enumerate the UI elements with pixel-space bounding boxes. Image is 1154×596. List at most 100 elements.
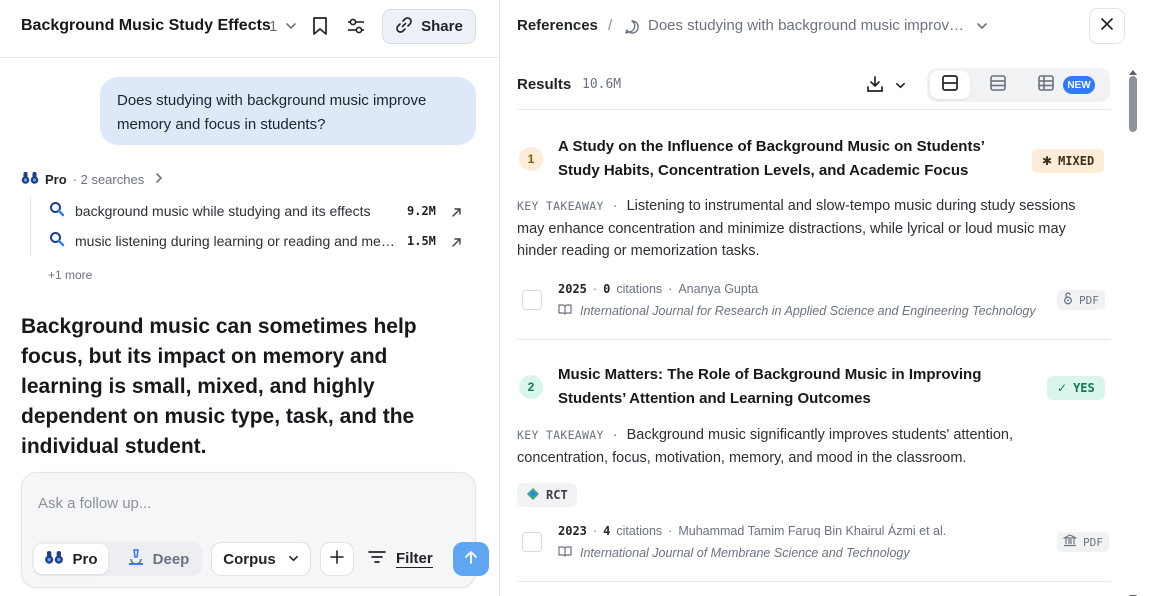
download-icon (865, 74, 885, 99)
verdict-label: YES (1073, 381, 1095, 395)
pdf-link[interactable]: PDF (1057, 290, 1105, 310)
verdict-label: MIXED (1058, 154, 1095, 168)
search-item[interactable]: background music while studying and its … (31, 196, 470, 226)
composer: Pro Deep Corpus Filter (21, 472, 489, 588)
share-button[interactable]: Share (382, 9, 476, 44)
institution-icon (1063, 534, 1077, 550)
key-takeaway: KEY TAKEAWAY · Listening to instrumental… (517, 198, 1076, 259)
references-query[interactable]: Does studying with background music impr… (648, 17, 968, 34)
verdict-badge: ✱ MIXED (1032, 149, 1105, 173)
chevron-down-icon[interactable] (283, 18, 299, 34)
external-link-icon[interactable] (451, 235, 462, 253)
paper-journal-row: International Journal for Research in Ap… (558, 303, 1038, 318)
pdf-label: PDF (1083, 535, 1103, 549)
paper-authors: Muhammad Tamim Faruq Bin Khairul Ázmi et… (678, 524, 947, 538)
references-pane: References / Does studying with backgrou… (501, 0, 1154, 596)
verdict-badge: ✓ YES (1047, 376, 1105, 400)
book-icon (558, 303, 572, 318)
view-cards-button[interactable] (930, 71, 970, 99)
filter-button[interactable]: Filter (368, 542, 433, 576)
pro-searches-toggle[interactable]: Pro · 2 searches (21, 171, 164, 188)
chevron-right-icon (154, 172, 164, 187)
pro-label: Pro (45, 172, 67, 187)
bookmark-icon[interactable] (310, 15, 330, 37)
more-searches-link[interactable]: +1 more (48, 268, 92, 282)
open-access-icon (1063, 292, 1073, 308)
view-list-button[interactable] (978, 71, 1018, 99)
results-toolbar: Results 10.6M NEW (517, 66, 1110, 110)
paper-journal-row: International Journal of Membrane Scienc… (558, 545, 1038, 560)
search-result-count: 9.2M (407, 204, 436, 218)
follow-up-input[interactable] (38, 495, 458, 512)
scroll-thumb[interactable] (1129, 76, 1137, 132)
filter-icon (368, 550, 386, 568)
download-button[interactable] (865, 74, 906, 99)
chat-header: Background Music Study Effects 1 Share (0, 0, 500, 58)
new-badge: NEW (1063, 76, 1095, 94)
paper-year: 2023 (558, 524, 587, 538)
study-type-icon (526, 487, 540, 504)
select-checkbox[interactable] (522, 532, 542, 552)
send-button[interactable] (453, 542, 489, 576)
corpus-dropdown[interactable]: Corpus (211, 542, 311, 576)
search-query: music listening during learning or readi… (75, 233, 395, 249)
results-count: 10.6M (582, 77, 622, 92)
close-button[interactable] (1089, 8, 1125, 44)
paper-card[interactable]: 2 Music Matters: The Role of Background … (517, 353, 1110, 582)
search-icon (49, 201, 65, 222)
check-icon: ✓ (1057, 381, 1068, 395)
list-view-icon (989, 74, 1007, 97)
key-takeaway-label: KEY TAKEAWAY (517, 428, 604, 442)
study-type-label: RCT (546, 488, 568, 502)
select-checkbox[interactable] (522, 290, 542, 310)
asterisk-icon: ✱ (1042, 154, 1053, 168)
chat-bubble-icon (623, 18, 641, 36)
scrollbar[interactable] (1128, 60, 1138, 596)
paper-title[interactable]: Music Matters: The Role of Background Mu… (558, 363, 1008, 411)
paper-meta: 2025 · 0 citations · Ananya Gupta (558, 282, 759, 296)
search-item[interactable]: music listening during learning or readi… (31, 226, 470, 256)
paper-card[interactable]: 1 A Study on the Influence of Background… (517, 125, 1110, 340)
chevron-down-icon[interactable] (975, 19, 989, 33)
answer-headline: Background music can sometimes help focu… (21, 315, 417, 458)
thread-title[interactable]: Background Music Study Effects (21, 17, 271, 35)
user-question-bubble: Does studying with background music impr… (100, 77, 476, 145)
paper-index: 1 (519, 147, 543, 171)
study-type-chip: RCT (517, 483, 577, 507)
mode-deep-button[interactable]: Deep (118, 544, 198, 574)
close-icon (1100, 17, 1114, 36)
key-takeaway-label: KEY TAKEAWAY (517, 199, 604, 213)
card-view-icon (941, 74, 959, 97)
paper-index: 2 (519, 375, 543, 399)
search-query: background music while studying and its … (75, 203, 371, 219)
link-icon (395, 16, 413, 38)
chevron-down-icon (895, 78, 906, 96)
paper-journal: International Journal for Research in Ap… (580, 303, 1036, 318)
citation-label: citations (616, 524, 663, 538)
search-list: background music while studying and its … (30, 196, 470, 256)
corpus-label: Corpus (223, 550, 276, 568)
pdf-label: PDF (1079, 293, 1099, 307)
paper-title[interactable]: A Study on the Influence of Background M… (558, 135, 1008, 183)
add-button[interactable] (320, 542, 354, 576)
chat-pane: Background Music Study Effects 1 Share D… (0, 0, 500, 596)
search-result-count: 1.5M (407, 234, 436, 248)
scroll-down-icon[interactable] (1129, 588, 1137, 596)
chevron-down-icon (288, 551, 299, 568)
external-link-icon[interactable] (451, 205, 462, 223)
paper-year: 2025 (558, 282, 587, 296)
settings-sliders-icon[interactable] (344, 15, 368, 37)
references-header: References / Does studying with backgrou… (501, 0, 1125, 52)
pdf-link[interactable]: PDF (1057, 532, 1109, 552)
plus-icon (329, 549, 345, 570)
searches-count: · 2 searches (72, 172, 145, 187)
mode-pro-button[interactable]: Pro (34, 544, 108, 574)
results-label: Results (517, 76, 572, 93)
key-takeaway: KEY TAKEAWAY · Background music signific… (517, 427, 1013, 466)
view-toggle: NEW (927, 68, 1110, 102)
view-table-button[interactable] (1026, 71, 1066, 99)
paper-meta: 2023 · 4 citations · Muhammad Tamim Faru… (558, 524, 947, 538)
mode-pro-label: Pro (72, 550, 98, 568)
paper-authors: Ananya Gupta (678, 282, 759, 296)
filter-label: Filter (396, 549, 433, 568)
